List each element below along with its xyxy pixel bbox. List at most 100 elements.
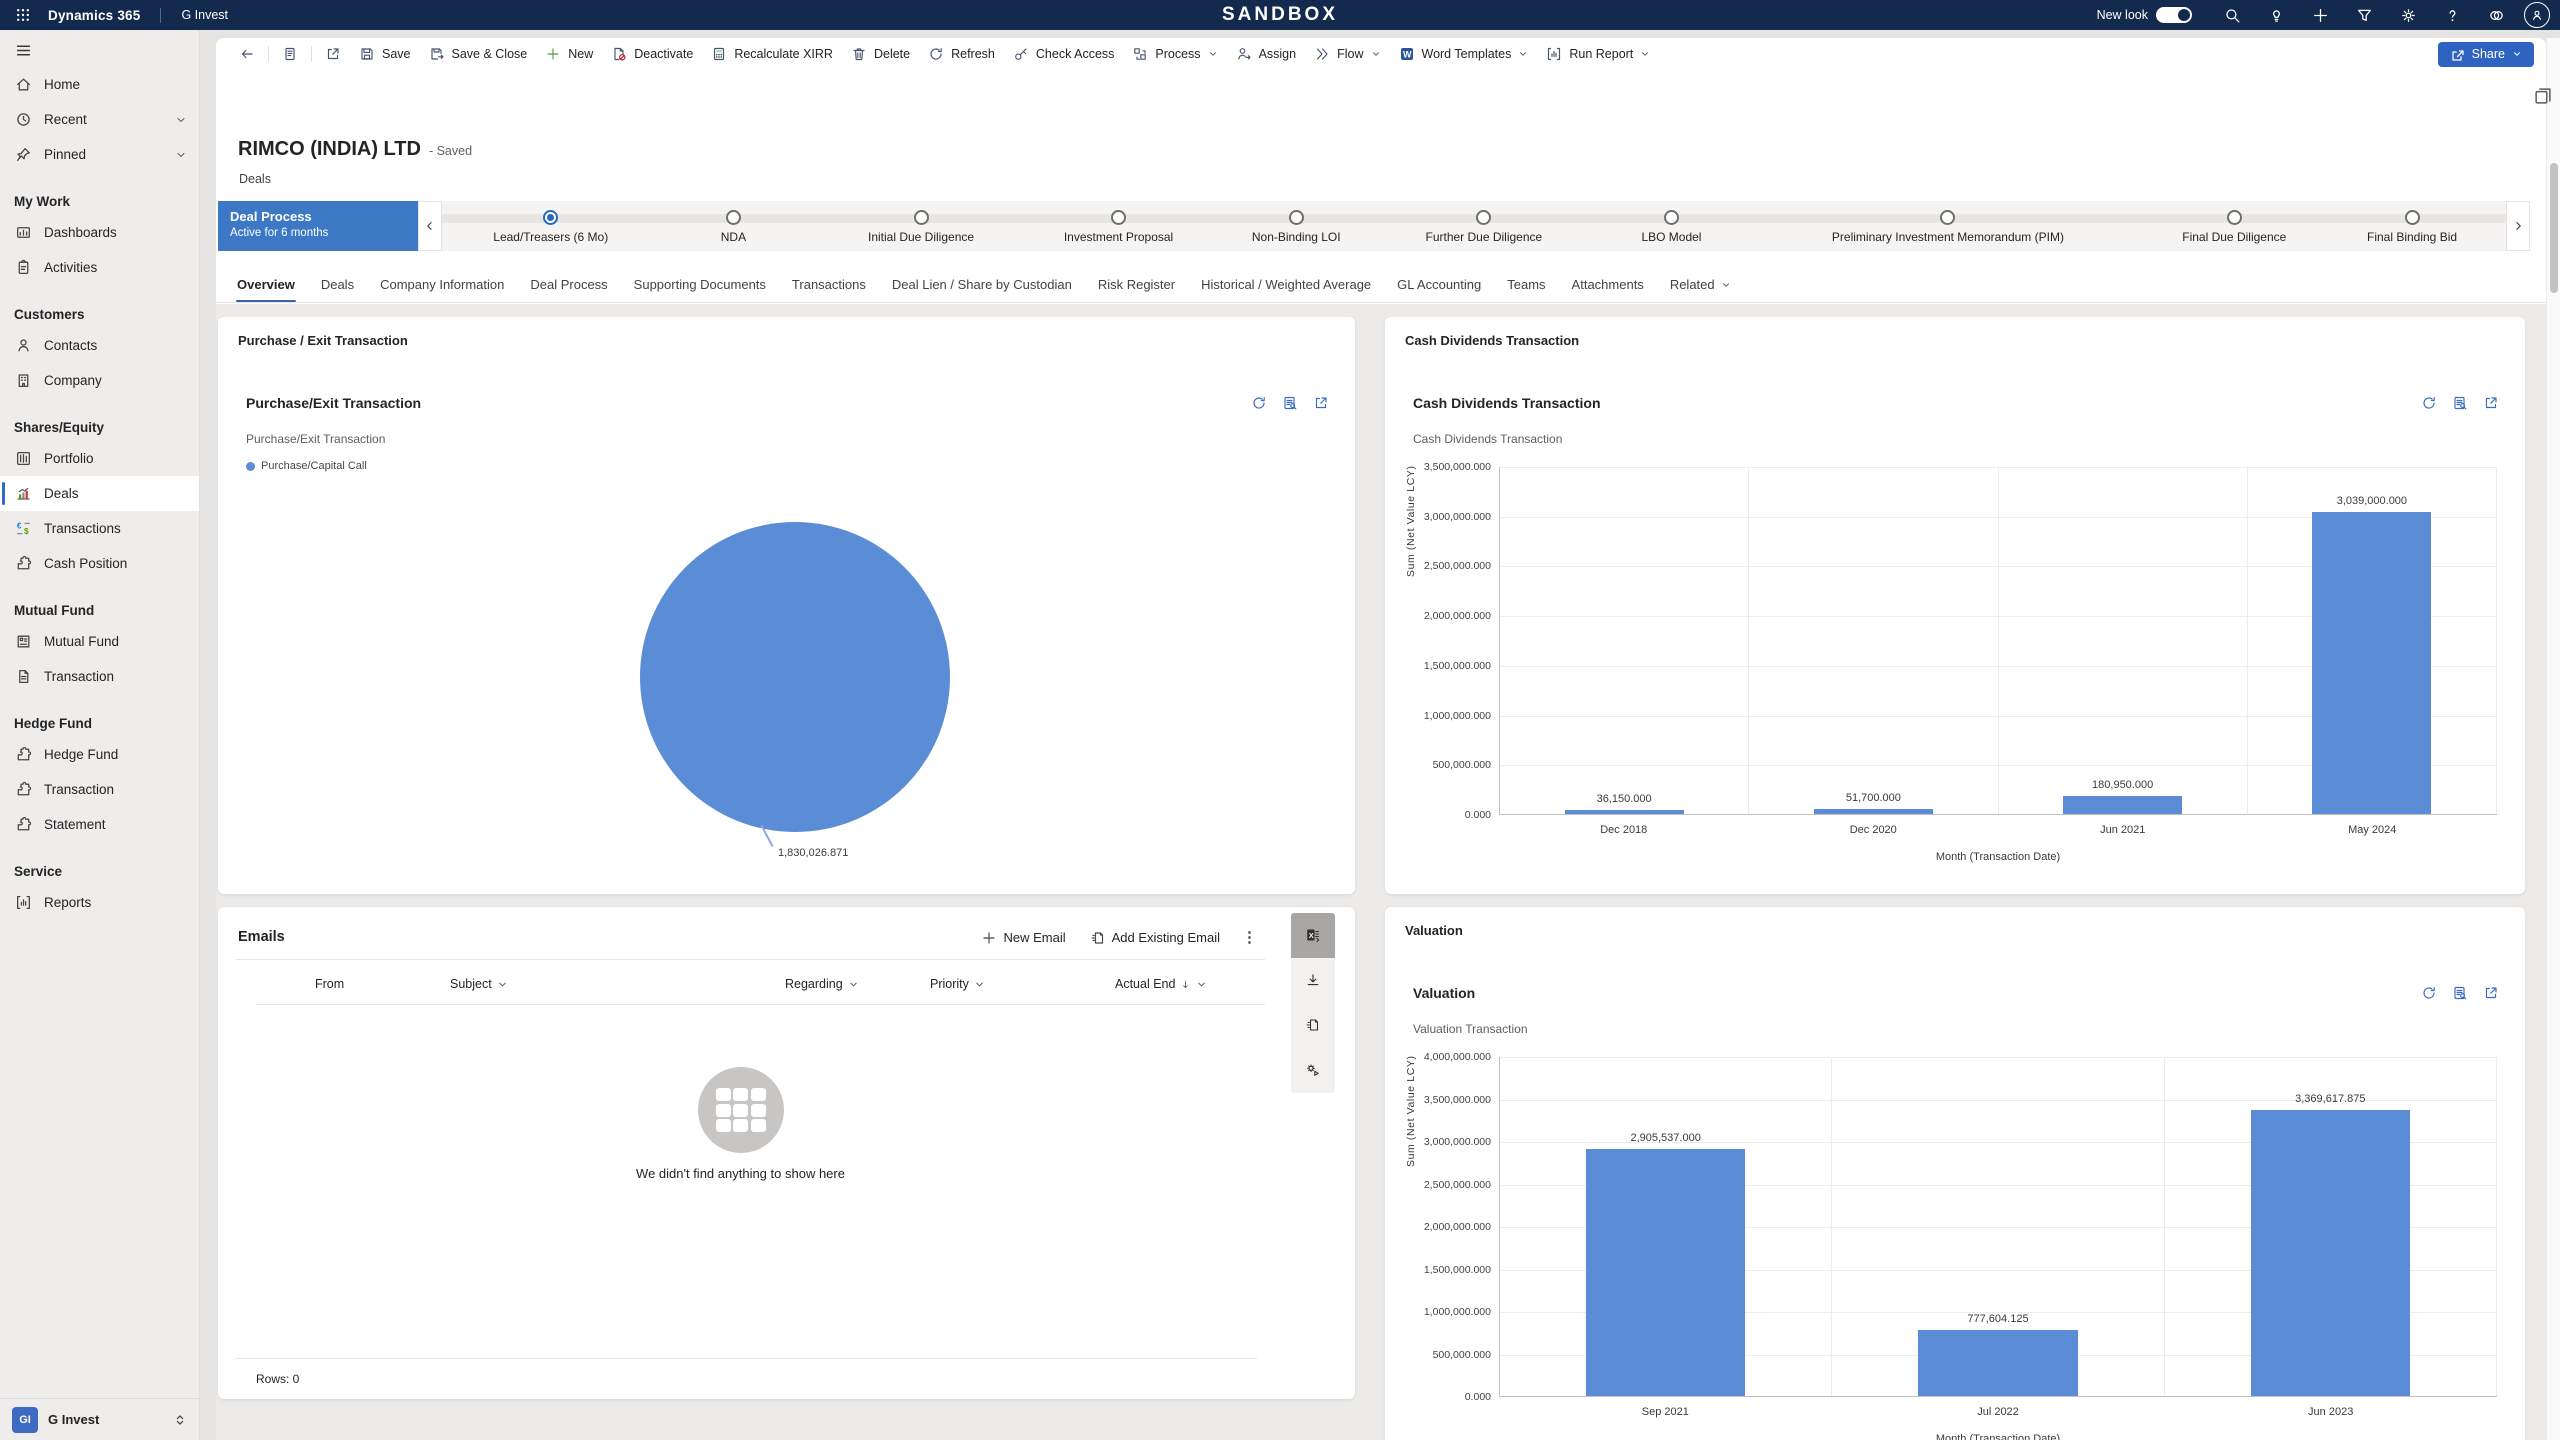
support-icon[interactable]	[2474, 0, 2518, 30]
refresh-chart-icon[interactable]	[2421, 985, 2437, 1001]
vertical-scrollbar[interactable]	[2546, 38, 2560, 1440]
command-refresh-button[interactable]: Refresh	[919, 41, 1004, 67]
tab-overview[interactable]: Overview	[226, 269, 306, 302]
column-header-regarding[interactable]: Regarding	[785, 969, 930, 999]
add-icon[interactable]	[2298, 0, 2342, 30]
tab-risk-register[interactable]: Risk Register	[1087, 269, 1186, 302]
sidebar-item-activities[interactable]: Activities	[0, 250, 199, 285]
sidebar-item-hedge-fund[interactable]: Hedge Fund	[0, 737, 199, 772]
tab-attachments[interactable]: Attachments	[1561, 269, 1655, 302]
sidebar-item-home[interactable]: Home	[0, 67, 199, 102]
tab-gl-accounting[interactable]: GL Accounting	[1386, 269, 1492, 302]
tab-deal-lien-share-by-custodian[interactable]: Deal Lien / Share by Custodian	[881, 269, 1083, 302]
export-excel-button[interactable]: X	[1291, 913, 1335, 958]
bpf-stage-initial-due-diligence[interactable]: Initial Due Diligence	[817, 201, 1024, 251]
command-recalculate-xirr-button[interactable]: Recalculate XIRR	[702, 41, 842, 67]
command-form-selector-button[interactable]	[273, 41, 307, 67]
tab-teams[interactable]: Teams	[1496, 269, 1556, 302]
command-delete-button[interactable]: Delete	[842, 41, 919, 67]
sidebar-item-transactions[interactable]: €$Transactions	[0, 511, 199, 546]
new-look-toggle[interactable]	[2156, 7, 2192, 23]
copy-record-button[interactable]	[1291, 1003, 1335, 1048]
scrollbar-thumb[interactable]	[2550, 163, 2558, 293]
column-header-actual-end[interactable]: Actual End	[1115, 969, 1285, 999]
sidebar-item-transaction[interactable]: Transaction	[0, 659, 199, 694]
expand-chart-icon[interactable]	[2483, 395, 2499, 411]
command-popout-record-button[interactable]	[316, 41, 350, 67]
search-icon[interactable]	[2210, 0, 2254, 30]
bpf-stage-lead-treasers-6-mo[interactable]: Lead/Treasers (6 Mo)	[452, 201, 649, 251]
plus-icon	[981, 930, 996, 945]
view-records-icon[interactable]	[2452, 985, 2468, 1001]
sidebar-item-portfolio[interactable]: Portfolio	[0, 441, 199, 476]
more-commands-icon[interactable]: ⋮	[1234, 926, 1265, 948]
sidebar-item-deals[interactable]: Deals	[0, 476, 199, 511]
sidebar-item-company[interactable]: Company	[0, 363, 199, 398]
sidebar-item-reports[interactable]: Reports	[0, 885, 199, 920]
bpf-stage-non-binding-loi[interactable]: Non-Binding LOI	[1212, 201, 1380, 251]
account-avatar[interactable]	[2524, 2, 2550, 28]
bpf-stage-lbo-model[interactable]: LBO Model	[1588, 201, 1756, 251]
app-name[interactable]: G Invest	[181, 8, 228, 22]
command-save-button[interactable]: Save	[350, 41, 420, 67]
bpf-scroll-right-button[interactable]	[2506, 201, 2530, 251]
idea-icon[interactable]	[2254, 0, 2298, 30]
settings-gear-icon[interactable]	[2386, 0, 2430, 30]
new-email-button[interactable]: New Email	[971, 924, 1075, 951]
tab-deals[interactable]: Deals	[310, 269, 365, 302]
sidebar-item-recent[interactable]: Recent	[0, 102, 199, 137]
run-flow-button[interactable]	[1291, 1048, 1335, 1093]
column-header-subject[interactable]: Subject	[450, 969, 785, 999]
area-switcher[interactable]: GI G Invest	[0, 1398, 199, 1440]
share-button[interactable]: Share	[2438, 42, 2534, 67]
tab-related[interactable]: Related	[1659, 269, 1742, 302]
tab-company-information[interactable]: Company Information	[369, 269, 515, 302]
command-flow-button[interactable]: Flow	[1305, 41, 1389, 67]
view-records-icon[interactable]	[1282, 395, 1298, 411]
waffle-menu-icon[interactable]	[8, 0, 38, 30]
help-icon[interactable]	[2430, 0, 2474, 30]
command-save-and-close-button[interactable]: Save & Close	[420, 41, 537, 67]
command-process-button[interactable]: Process	[1123, 41, 1226, 67]
expand-chart-icon[interactable]	[2483, 985, 2499, 1001]
column-header-from[interactable]: From	[315, 969, 450, 999]
bpf-stage-investment-proposal[interactable]: Investment Proposal	[1025, 201, 1213, 251]
tab-supporting-documents[interactable]: Supporting Documents	[623, 269, 777, 302]
command-new-button[interactable]: New	[536, 41, 602, 67]
sidebar-item-pinned[interactable]: Pinned	[0, 137, 199, 172]
refresh-chart-icon[interactable]	[1251, 395, 1267, 411]
expand-chart-icon[interactable]	[1313, 395, 1329, 411]
download-button[interactable]	[1291, 958, 1335, 1003]
bpf-scroll-left-button[interactable]	[418, 201, 442, 251]
command-deactivate-button[interactable]: Deactivate	[602, 41, 702, 67]
sidebar-item-cash-position[interactable]: Cash Position	[0, 546, 199, 581]
stage-circle-icon	[914, 210, 929, 225]
hamburger-menu-icon[interactable]	[0, 30, 199, 63]
view-records-icon[interactable]	[2452, 395, 2468, 411]
command-back-button[interactable]	[230, 41, 264, 67]
sidebar-item-mutual-fund[interactable]: Mutual Fund	[0, 624, 199, 659]
sidebar-item-statement[interactable]: Statement	[0, 807, 199, 842]
command-run-report-button[interactable]: Run Report	[1537, 41, 1659, 67]
filter-icon[interactable]	[2342, 0, 2386, 30]
tab-transactions[interactable]: Transactions	[781, 269, 877, 302]
command-assign-button[interactable]: Assign	[1227, 41, 1306, 67]
command-check-access-button[interactable]: Check Access	[1004, 41, 1124, 67]
bpf-stage-final-due-diligence[interactable]: Final Due Diligence	[2140, 201, 2328, 251]
sidebar-item-contacts[interactable]: Contacts	[0, 328, 199, 363]
bpf-stage-preliminary-investment-memorandum-pim[interactable]: Preliminary Investment Memorandum (PIM)	[1755, 201, 2140, 251]
tab-deal-process[interactable]: Deal Process	[519, 269, 618, 302]
cash-dividends-bar-chart: Sum (Net Value LCY)0.000500,000.0001,000…	[1403, 467, 2497, 863]
add-existing-email-button[interactable]: Add Existing Email	[1080, 924, 1230, 951]
bpf-stage-further-due-diligence[interactable]: Further Due Diligence	[1380, 201, 1587, 251]
tab-historical-weighted-average[interactable]: Historical / Weighted Average	[1190, 269, 1382, 302]
bpf-process-badge[interactable]: Deal Process Active for 6 months	[218, 201, 418, 251]
command-word-templates-button[interactable]: WWord Templates	[1390, 41, 1538, 67]
bpf-stage-nda[interactable]: NDA	[649, 201, 817, 251]
column-header-priority[interactable]: Priority	[930, 969, 1115, 999]
refresh-chart-icon[interactable]	[2421, 395, 2437, 411]
bpf-stage-final-binding-bid[interactable]: Final Binding Bid	[2328, 201, 2496, 251]
sidebar-item-dashboards[interactable]: Dashboards	[0, 215, 199, 250]
sidebar-item-transaction[interactable]: Transaction	[0, 772, 199, 807]
side-pane-icon[interactable]	[2533, 86, 2557, 110]
